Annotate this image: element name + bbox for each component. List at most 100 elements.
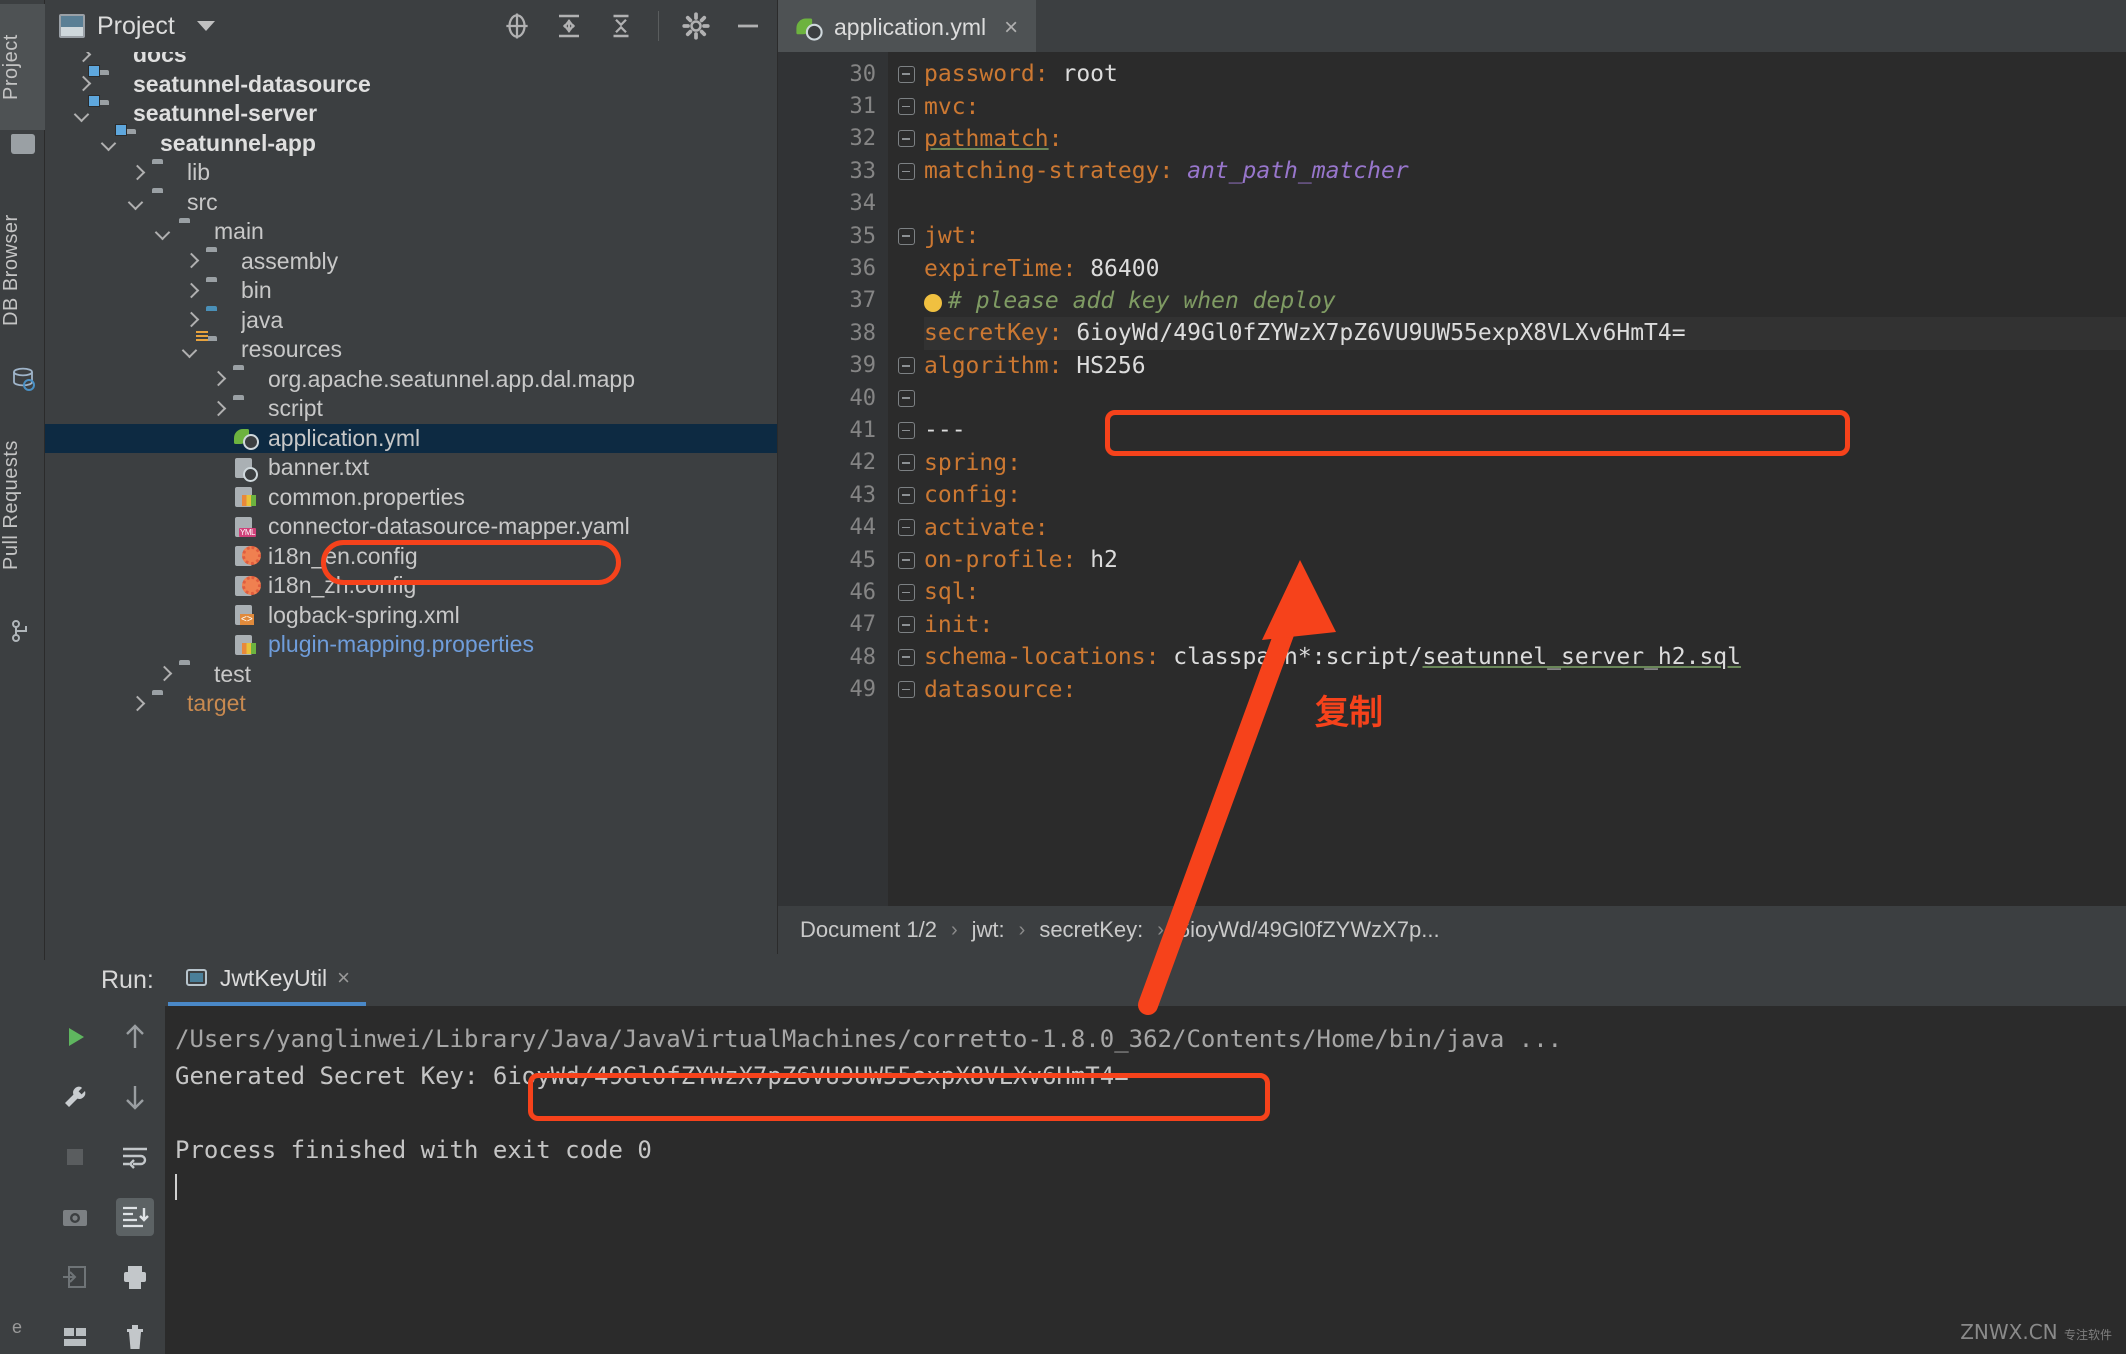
code-line[interactable]: password: root (924, 58, 2126, 90)
code-line[interactable]: mvc: (924, 90, 2126, 122)
tab-application-yml[interactable]: application.yml × (778, 0, 1037, 52)
sidebar-item-db-browser[interactable]: DB Browser (0, 180, 45, 360)
code-line[interactable]: init: (924, 609, 2126, 641)
locate-icon[interactable] (502, 11, 532, 41)
tree-node[interactable]: main (45, 217, 777, 247)
sidebar-item-pull-requests[interactable]: Pull Requests (0, 400, 45, 610)
code-line[interactable]: activate: (924, 511, 2126, 543)
tree-node[interactable]: target (45, 689, 777, 719)
code-line[interactable]: schema-locations: classpath*:script/seat… (924, 641, 2126, 673)
tree-node[interactable]: script (45, 394, 777, 424)
fold-toggle-icon[interactable] (888, 350, 924, 382)
chevron-down-icon[interactable] (102, 135, 118, 151)
tree-node[interactable]: common.properties (45, 483, 777, 513)
fold-toggle-icon[interactable] (888, 155, 924, 187)
tree-node[interactable]: java (45, 306, 777, 336)
console-output[interactable]: /Users/yanglinwei/Library/Java/JavaVirtu… (165, 1006, 2126, 1354)
breadcrumb-item[interactable]: secretKey: (1039, 917, 1143, 943)
code-line[interactable]: matching-strategy: ant_path_matcher (924, 155, 2126, 187)
tree-node[interactable]: docs (45, 52, 777, 70)
breadcrumb[interactable]: Document 1/2 › jwt: › secretKey: › 6ioyWd/49Gl… (778, 906, 2126, 954)
chevron-right-icon[interactable] (129, 696, 145, 712)
chevron-right-icon[interactable] (183, 312, 199, 328)
code-line[interactable]: jwt: (924, 220, 2126, 252)
code-line[interactable]: config: (924, 479, 2126, 511)
fold-toggle-icon[interactable] (888, 609, 924, 641)
gear-icon[interactable] (681, 11, 711, 41)
breadcrumb-item[interactable]: jwt: (972, 917, 1005, 943)
wrench-icon[interactable] (56, 1078, 94, 1116)
up-arrow-icon[interactable] (116, 1018, 154, 1056)
print-icon[interactable] (116, 1258, 154, 1296)
code-line[interactable]: expireTime: 86400 (924, 252, 2126, 284)
tree-node[interactable]: seatunnel-datasource (45, 70, 777, 100)
trash-icon[interactable] (116, 1318, 154, 1354)
fold-toggle-icon[interactable] (888, 511, 924, 543)
code-line[interactable]: algorithm: HS256 (924, 350, 2126, 382)
chevron-right-icon[interactable] (75, 76, 91, 92)
down-arrow-icon[interactable] (116, 1078, 154, 1116)
tree-node[interactable]: test (45, 660, 777, 690)
chevron-right-icon[interactable] (183, 283, 199, 299)
run-icon[interactable] (56, 1018, 94, 1056)
tree-node[interactable]: connector-datasource-mapper.yaml (45, 512, 777, 542)
code-editor[interactable]: 30 31 32 33 34 35 36 37 38 39 40 41 42 43 44 45 46 47 48 49… (778, 52, 2126, 906)
code-line[interactable]: secretKey: 6ioyWd/49Gl0fZYWzX7pZ6VU9UW55… (924, 317, 2126, 350)
chevron-right-icon[interactable] (210, 371, 226, 387)
code-line[interactable]: datasource: (924, 673, 2126, 705)
soft-wrap-icon[interactable] (116, 1138, 154, 1176)
tree-node[interactable]: logback-spring.xml (45, 601, 777, 631)
run-tab-close-icon[interactable]: × (337, 965, 350, 991)
fold-toggle-icon[interactable] (888, 58, 924, 90)
scroll-to-end-icon[interactable] (116, 1198, 154, 1236)
code-line[interactable]: --- (924, 414, 2126, 446)
fold-toggle-icon[interactable] (888, 673, 924, 705)
fold-gutter[interactable] (888, 52, 924, 906)
tree-node[interactable]: org.apache.seatunnel.app.dal.mapp (45, 365, 777, 395)
breadcrumb-item[interactable]: 6ioyWd/49Gl0fZYWzX7p... (1178, 917, 1440, 943)
code-content[interactable]: password: root mvc: pathmatch: matching-… (924, 52, 2126, 906)
tree-node[interactable]: seatunnel-app (45, 129, 777, 159)
chevron-right-icon[interactable] (183, 253, 199, 269)
tree-node[interactable]: seatunnel-server (45, 99, 777, 129)
chevron-down-icon[interactable] (75, 106, 91, 122)
export-icon[interactable] (56, 1258, 94, 1296)
chevron-down-icon[interactable] (156, 224, 172, 240)
layout-icon[interactable] (56, 1318, 94, 1354)
collapse-all-icon[interactable] (606, 11, 636, 41)
chevron-right-icon[interactable] (129, 165, 145, 181)
code-line[interactable]: sql: (924, 576, 2126, 608)
chevron-right-icon[interactable] (210, 401, 226, 417)
fold-toggle-icon[interactable] (888, 576, 924, 608)
code-line[interactable]: on-profile: h2 (924, 544, 2126, 576)
code-line[interactable] (924, 382, 2126, 414)
tree-node[interactable]: i18n_zh.config (45, 571, 777, 601)
fold-toggle-icon[interactable] (888, 544, 924, 576)
intention-bulb-icon[interactable] (924, 293, 942, 312)
chevron-right-icon[interactable] (75, 52, 91, 63)
code-line[interactable] (924, 188, 2126, 220)
camera-icon[interactable] (56, 1198, 94, 1236)
tree-node[interactable]: application.yml (45, 423, 777, 453)
chevron-down-icon[interactable] (129, 194, 145, 210)
chevron-down-icon[interactable] (183, 342, 199, 358)
chevron-down-icon[interactable] (196, 21, 215, 31)
fold-toggle-icon[interactable] (888, 90, 924, 122)
code-line[interactable]: spring: (924, 447, 2126, 479)
tree-node[interactable]: bin (45, 276, 777, 306)
tree-node[interactable]: src (45, 188, 777, 218)
minimize-icon[interactable] (733, 11, 763, 41)
tree-node[interactable]: plugin-mapping.properties (45, 630, 777, 660)
fold-toggle-icon[interactable] (888, 641, 924, 673)
breadcrumb-item[interactable]: Document 1/2 (800, 917, 937, 943)
fold-toggle-icon[interactable] (888, 414, 924, 446)
fold-toggle-icon[interactable] (888, 479, 924, 511)
fold-toggle-icon[interactable] (888, 447, 924, 479)
tree-node[interactable]: assembly (45, 247, 777, 277)
tree-node[interactable]: lib (45, 158, 777, 188)
project-tree[interactable]: docs seatunnel-datasource seatunnel-server… (45, 52, 777, 954)
fold-toggle-icon[interactable] (888, 123, 924, 155)
run-tab-jwtkeyutil[interactable]: JwtKeyUtil × (167, 954, 367, 1006)
code-line[interactable]: pathmatch: (924, 123, 2126, 155)
fold-toggle-icon[interactable] (888, 220, 924, 252)
